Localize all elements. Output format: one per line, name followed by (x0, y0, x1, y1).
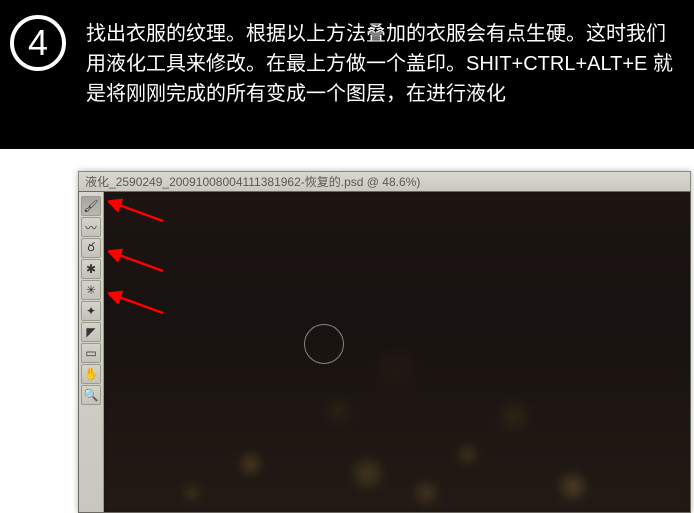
canvas-area[interactable] (104, 192, 690, 512)
twirl-tool[interactable]: ర (81, 238, 101, 258)
mirror-tool[interactable]: ◤ (81, 322, 101, 342)
step-number-badge: 4 (10, 15, 66, 71)
bloat-tool[interactable]: ✳ (81, 280, 101, 300)
pucker-tool[interactable]: ✱ (81, 259, 101, 279)
instruction-text: 找出衣服的纹理。根据以上方法叠加的衣服会有点生硬。这时我们用液化工具来修改。在最… (86, 15, 679, 109)
liquify-toolbar: 🖌 〰 ర ✱ ✳ ✦ ◤ ▭ ✋ 🔍 (79, 192, 104, 512)
document-title: _2590249_20091008004111381962-恢复的.psd @ … (109, 173, 420, 190)
title-bar[interactable]: 液化 _2590249_20091008004111381962-恢复的.psd… (78, 171, 691, 191)
app-name: 液化 (85, 173, 109, 190)
brush-cursor-icon (304, 324, 344, 364)
tutorial-header: 4 找出衣服的纹理。根据以上方法叠加的衣服会有点生硬。这时我们用液化工具来修改。… (0, 0, 694, 149)
forward-warp-tool[interactable]: 🖌 (81, 196, 101, 216)
zoom-tool[interactable]: 🔍 (81, 385, 101, 405)
push-left-tool[interactable]: ✦ (81, 301, 101, 321)
canvas-image (104, 192, 690, 512)
hand-tool[interactable]: ✋ (81, 364, 101, 384)
reconstruct-tool[interactable]: 〰 (81, 217, 101, 237)
freeze-mask-tool[interactable]: ▭ (81, 343, 101, 363)
liquify-window: 液化 _2590249_20091008004111381962-恢复的.psd… (78, 171, 691, 513)
workspace: 🖌 〰 ర ✱ ✳ ✦ ◤ ▭ ✋ 🔍 (78, 191, 691, 513)
